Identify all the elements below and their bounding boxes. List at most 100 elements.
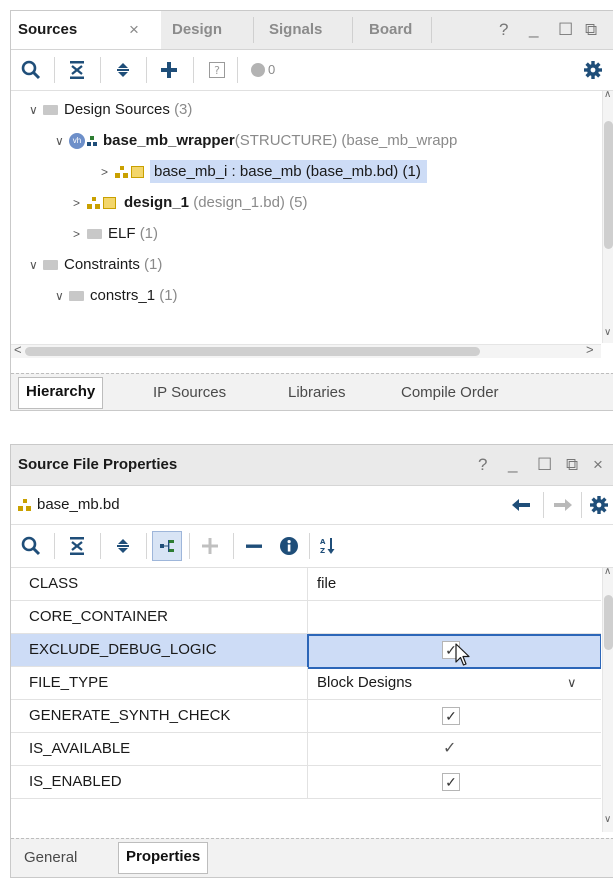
minimize-icon[interactable]: _ [529,11,538,47]
info-icon[interactable] [276,533,302,559]
table-row[interactable]: GENERATE_SYNTH_CHECK ✓ [11,700,601,733]
scrollbar-thumb[interactable] [25,347,480,356]
table-row[interactable]: CLASS file [11,568,601,601]
back-arrow-icon[interactable] [509,494,533,516]
group-by-category-icon[interactable] [152,531,182,561]
float-icon[interactable]: ⧉ [566,445,578,485]
svg-text:A: A [320,538,326,546]
file-type-select[interactable]: Block Designs [317,667,412,699]
tree-node-constraints[interactable]: ∨ Constraints (1) [29,254,162,276]
tree-node-suffix: (STRUCTURE) [234,132,338,149]
property-name: CLASS [29,575,79,592]
properties-vertical-scrollbar[interactable]: ∧ ∨ [602,566,613,832]
table-row[interactable]: IS_AVAILABLE ✓ [11,733,601,766]
tab-design[interactable]: Design [172,11,222,49]
toolbar-divider [237,57,238,83]
folder-icon [69,291,84,301]
table-row[interactable]: FILE_TYPE Block Designs ∨ [11,667,601,700]
scrollbar-thumb[interactable] [604,595,613,650]
tree-node-design-1[interactable]: > design_1 (design_1.bd) (5) [73,192,307,214]
tab-properties[interactable]: Properties [118,842,209,874]
tree-node-base-mb-i[interactable]: > base_mb_i : base_mb (base_mb.bd) (1) [101,160,427,183]
tree-node-label: constrs_1 [90,287,156,304]
sources-tabbar: Sources × Design Signals Board ? _ ☐ ⧉ [11,11,613,50]
sources-panel: Sources × Design Signals Board ? _ ☐ ⧉ ?… [10,10,613,411]
gear-icon[interactable] [587,494,611,516]
chevron-down-icon[interactable]: ∨ [29,99,43,121]
properties-table: CLASS file CORE_CONTAINER EXCLUDE_DEBUG_… [11,568,601,832]
tab-general[interactable]: General [24,843,77,873]
close-icon[interactable]: × [593,445,603,485]
table-row[interactable]: IS_ENABLED ✓ [11,766,601,799]
sort-alphabetical-icon[interactable]: AZ [317,533,341,559]
tab-signals[interactable]: Signals [269,11,322,49]
column-divider [307,568,308,600]
chevron-down-icon[interactable]: ∨ [55,285,69,307]
maximize-icon[interactable]: ☐ [558,11,573,49]
help-icon[interactable]: ? [478,445,487,485]
search-icon[interactable] [19,533,43,559]
expand-all-icon[interactable] [111,57,135,83]
scroll-down-icon[interactable]: ∨ [604,327,611,338]
column-divider [307,700,308,732]
chevron-down-icon[interactable]: ∨ [567,667,577,699]
tree-node-selected[interactable]: base_mb_i : base_mb (base_mb.bd) (1) [150,160,427,183]
tab-libraries[interactable]: Libraries [288,378,346,408]
tree-node-base-mb-wrapper[interactable]: ∨ vh base_mb_wrapper(STRUCTURE) (base_mb_w… [55,130,457,152]
tab-divider [253,17,254,43]
readonly-check-icon: ✓ [443,740,457,757]
tree-node-name: base_mb_i : base_mb (base_mb.bd) [154,163,399,180]
scroll-right-icon[interactable]: > [586,342,594,357]
unknown-status-icon[interactable]: ? [206,58,228,82]
property-checkbox[interactable]: ✓ [442,773,460,791]
sources-view-tabs: Hierarchy IP Sources Libraries Compile O… [11,373,613,410]
tab-ip-sources[interactable]: IP Sources [153,378,226,408]
close-icon[interactable]: × [129,11,139,49]
chevron-right-icon[interactable]: > [73,192,87,214]
tree-node-elf[interactable]: > ELF (1) [73,223,158,245]
scroll-left-icon[interactable]: < [14,342,22,357]
forward-arrow-icon[interactable] [551,494,575,516]
collapse-all-icon[interactable] [65,533,89,559]
tree-vertical-scrollbar[interactable]: ∧ ∨ [602,89,613,343]
property-checkbox[interactable]: ✓ [442,707,460,725]
chevron-down-icon[interactable]: ∨ [55,130,69,152]
property-value[interactable]: file [317,568,336,600]
remove-icon[interactable] [241,533,267,559]
expand-all-icon[interactable] [111,533,135,559]
tab-sources[interactable]: Sources × [11,11,161,49]
scroll-down-icon[interactable]: ∨ [604,814,611,825]
collapse-all-icon[interactable] [65,57,89,83]
table-row-selected[interactable]: EXCLUDE_DEBUG_LOGIC ✓ [11,634,601,669]
toolbar-divider [193,57,194,83]
toolbar-divider [100,533,101,559]
scrollbar-thumb[interactable] [604,121,613,249]
maximize-icon[interactable]: ☐ [537,445,552,485]
help-icon[interactable]: ? [499,11,508,49]
property-name: CORE_CONTAINER [29,608,168,625]
tab-compile-order[interactable]: Compile Order [401,378,499,408]
chevron-right-icon[interactable]: > [101,161,115,183]
tab-hierarchy[interactable]: Hierarchy [18,377,104,409]
block-design-icon [115,166,129,179]
table-row[interactable]: CORE_CONTAINER [11,601,601,634]
chevron-right-icon[interactable]: > [73,223,87,245]
search-icon[interactable] [19,57,43,83]
property-name: IS_ENABLED [29,773,122,790]
tab-divider [352,17,353,43]
scroll-up-icon[interactable]: ∧ [604,566,611,577]
scroll-up-icon[interactable]: ∧ [604,89,611,100]
add-icon[interactable] [197,533,223,559]
property-name: GENERATE_SYNTH_CHECK [29,707,231,724]
block-design-icon [87,197,101,210]
tree-horizontal-scrollbar[interactable]: < > [11,342,601,358]
chevron-down-icon[interactable]: ∨ [29,254,43,276]
minimize-icon[interactable]: _ [508,445,517,483]
float-icon[interactable]: ⧉ [585,11,597,49]
tree-node-constrs-1[interactable]: ∨ constrs_1 (1) [55,285,178,307]
panel-title: Source File Properties [18,456,178,473]
add-icon[interactable] [156,57,182,83]
gear-icon[interactable] [581,58,605,82]
tree-node-design-sources[interactable]: ∨ Design Sources (3) [29,99,192,121]
tab-board[interactable]: Board [369,11,412,49]
